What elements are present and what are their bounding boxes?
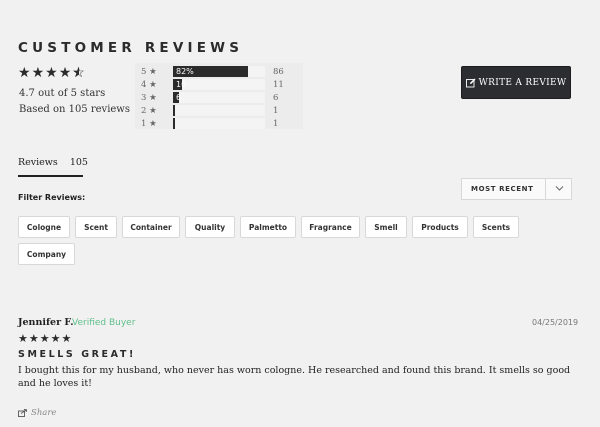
- tab-reviews[interactable]: Reviews 105: [18, 157, 88, 168]
- share-icon: [18, 409, 27, 417]
- star-icon: ★: [31, 65, 45, 81]
- histogram-row-1[interactable]: 1 ★ 1: [135, 117, 303, 130]
- half-star-icon: ☆★: [72, 65, 85, 81]
- verified-buyer-badge: Verified Buyer: [72, 318, 136, 328]
- histogram-count: 11: [273, 79, 284, 90]
- sort-divider: [545, 179, 546, 199]
- chevron-down-icon: [555, 181, 564, 198]
- filter-chip[interactable]: Cologne: [18, 216, 70, 238]
- histogram-bar: 6: [173, 92, 265, 103]
- histogram-label: 5 ★: [141, 66, 157, 77]
- filter-chip[interactable]: Scents: [473, 216, 519, 238]
- write-review-button[interactable]: WRITE A REVIEW: [461, 66, 571, 99]
- filter-label: Filter Reviews:: [18, 193, 86, 202]
- histogram-count: 1: [273, 118, 279, 129]
- review-date: 04/25/2019: [532, 318, 579, 327]
- histogram-count: 1: [273, 105, 279, 116]
- average-stars: ★ ★ ★ ★ ☆★: [18, 66, 85, 80]
- filter-chip[interactable]: Smell: [365, 216, 407, 238]
- histogram-percent: 82%: [176, 67, 194, 76]
- filter-chip[interactable]: Quality: [185, 216, 235, 238]
- review-author: Jennifer F.: [18, 317, 74, 328]
- histogram-row-2[interactable]: 2 ★ 1: [135, 104, 303, 117]
- share-label: Share: [31, 408, 57, 418]
- histogram-bar: 82%: [173, 66, 265, 77]
- review-title: SMELLS GREAT!: [18, 349, 136, 360]
- sort-selected-value: MOST RECENT: [471, 185, 534, 193]
- histogram-label: 1 ★: [141, 118, 157, 129]
- based-on-text: Based on 105 reviews: [19, 104, 131, 115]
- histogram-percent: 6: [176, 93, 182, 102]
- histogram-label: 3 ★: [141, 92, 157, 103]
- filter-chip[interactable]: Products: [412, 216, 468, 238]
- filter-chip[interactable]: Scent: [75, 216, 117, 238]
- star-icon: ★: [18, 65, 31, 81]
- edit-icon: [465, 78, 476, 87]
- tab-active-indicator: [18, 175, 83, 177]
- histogram-row-4[interactable]: 4 ★ 10 11: [135, 78, 303, 91]
- filter-chip[interactable]: Container: [122, 216, 180, 238]
- filter-chip[interactable]: Company: [18, 243, 75, 265]
- tab-reviews-count: 105: [69, 157, 88, 168]
- histogram-fill: [173, 118, 175, 129]
- review-body: I bought this for my husband, who never …: [18, 365, 571, 389]
- star-icon: ★: [45, 65, 58, 81]
- review-stars: ★★★★★: [18, 332, 73, 345]
- histogram-bar: [173, 105, 265, 116]
- filter-chip[interactable]: Fragrance: [301, 216, 360, 238]
- histogram-row-5[interactable]: 5 ★ 82% 86: [135, 65, 303, 78]
- write-review-label: WRITE A REVIEW: [478, 77, 567, 88]
- histogram-label: 4 ★: [141, 79, 157, 90]
- histogram-bar: 10: [173, 79, 265, 90]
- rating-text: 4.7 out of 5 stars: [19, 88, 106, 99]
- histogram-percent: 10: [176, 80, 187, 89]
- share-button[interactable]: Share: [18, 408, 56, 418]
- histogram-count: 6: [273, 92, 279, 103]
- tab-reviews-label: Reviews: [18, 157, 58, 168]
- rating-histogram: 5 ★ 82% 86 4 ★ 10 11 3 ★ 6 6 2 ★ 1 1 ★ 1: [135, 63, 303, 129]
- star-icon: ★: [58, 65, 72, 81]
- histogram-count: 86: [273, 66, 284, 77]
- histogram-row-3[interactable]: 3 ★ 6 6: [135, 91, 303, 104]
- filter-chip[interactable]: Palmetto: [240, 216, 296, 238]
- histogram-bar: [173, 118, 265, 129]
- histogram-fill: [173, 105, 175, 116]
- histogram-label: 2 ★: [141, 105, 157, 116]
- sort-select[interactable]: MOST RECENT: [461, 178, 572, 200]
- page-title: CUSTOMER REVIEWS: [18, 40, 244, 56]
